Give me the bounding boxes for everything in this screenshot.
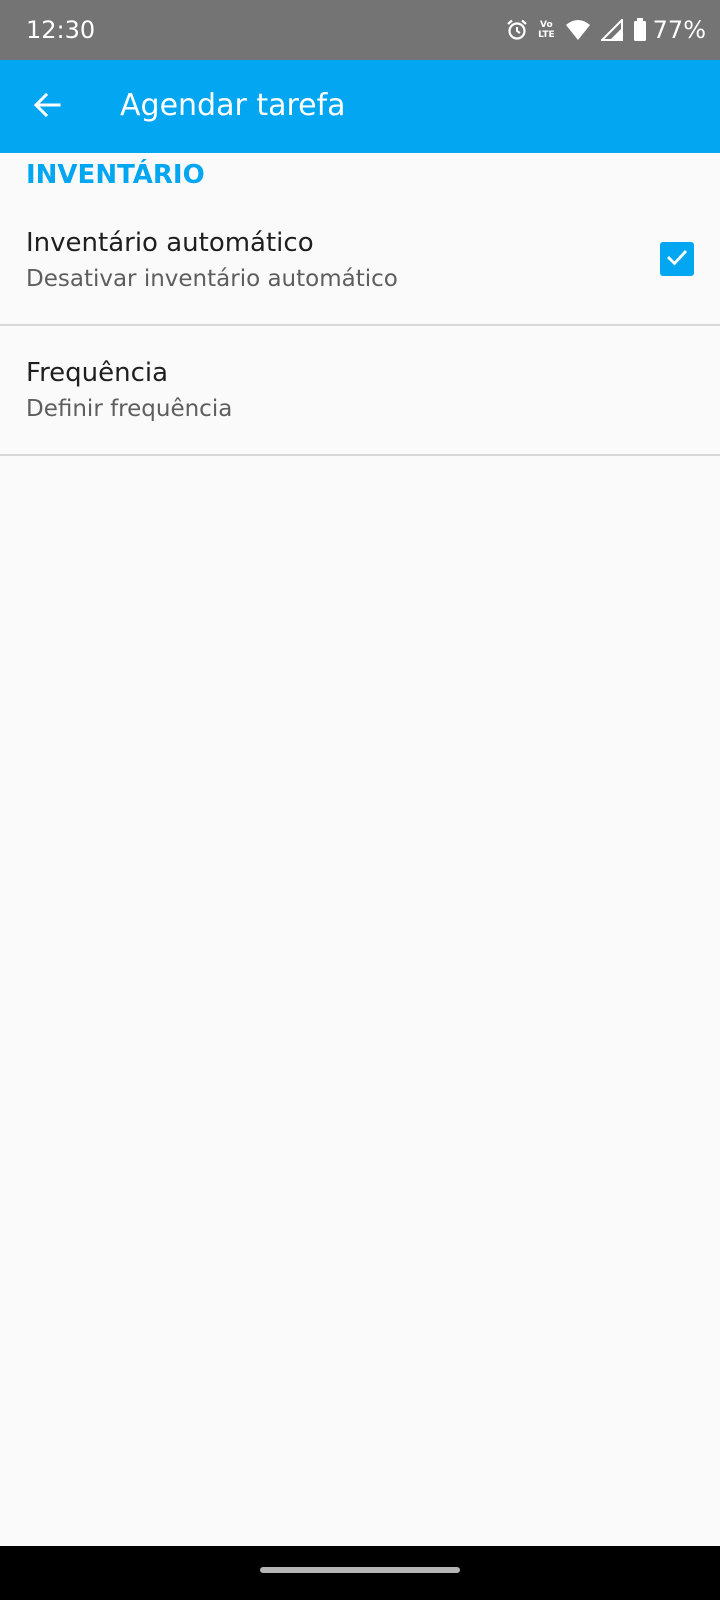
volte-bottom-label: LTE: [538, 30, 555, 40]
pref-title: Inventário automático: [26, 228, 314, 258]
navigation-bar: [0, 1546, 720, 1600]
pref-summary: Desativar inventário automático: [26, 266, 398, 292]
pref-title: Frequência: [26, 358, 169, 388]
battery-percent: 77%: [652, 16, 706, 44]
volte-icon: Vo LTE: [538, 20, 555, 40]
pref-summary: Definir frequência: [26, 396, 233, 422]
volte-top-label: Vo: [540, 20, 553, 30]
pref-frequency[interactable]: Frequência Definir frequência: [0, 326, 720, 456]
status-bar: 12:30 Vo LTE 77%: [0, 0, 720, 60]
section-header-inventario: INVENTÁRIO: [26, 160, 205, 190]
battery-icon: [633, 18, 647, 42]
app-bar: Agendar tarefa: [0, 60, 720, 153]
automatic-inventory-checkbox[interactable]: [660, 242, 694, 276]
wifi-icon: [565, 19, 591, 41]
signal-icon: [600, 19, 623, 41]
back-button[interactable]: [22, 82, 72, 132]
alarm-icon: [506, 19, 528, 41]
status-time: 12:30: [26, 16, 96, 44]
pref-automatic-inventory[interactable]: Inventário automático Desativar inventár…: [0, 196, 720, 326]
status-icons: Vo LTE 77%: [506, 14, 706, 46]
check-icon: [664, 244, 690, 274]
arrow-back-icon: [32, 90, 62, 124]
home-gesture-handle[interactable]: [260, 1567, 460, 1573]
page-title: Agendar tarefa: [120, 88, 346, 123]
